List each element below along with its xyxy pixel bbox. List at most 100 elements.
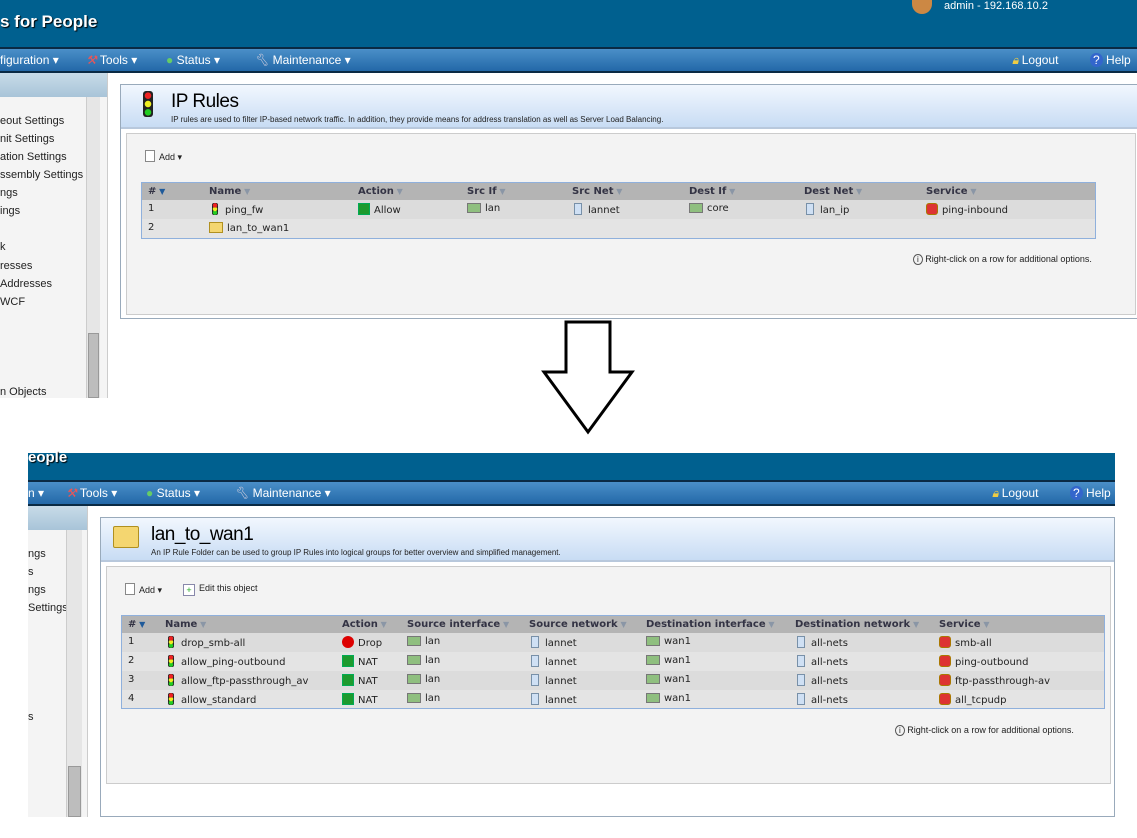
column-header[interactable]: Dest Net ▼ [804, 186, 862, 197]
nav-status[interactable]: ● Status ▾ [146, 486, 200, 500]
help-button[interactable]: ? Help [1070, 486, 1111, 500]
brand-logo: s for People [0, 12, 98, 31]
column-header[interactable]: Name ▼ [165, 619, 206, 630]
column-header[interactable]: Dest If ▼ [689, 186, 735, 197]
column-header[interactable]: Action ▼ [358, 186, 403, 197]
cell-action: Drop [342, 636, 382, 649]
help-button[interactable]: ? Help [1090, 53, 1131, 67]
sort-arrow-icon: ▼ [377, 620, 387, 629]
edit-object-button[interactable]: + Edit this object [183, 583, 258, 596]
column-header[interactable]: Source interface ▼ [407, 619, 509, 630]
table-row[interactable]: 3 allow_ftp-passthrough_av NAT lan lannet wan… [122, 671, 1104, 690]
cell-src-net: lannet [529, 655, 577, 668]
column-header[interactable]: Service ▼ [926, 186, 977, 197]
service-icon [939, 693, 951, 705]
cell-name: lan_to_wan1 [209, 222, 289, 234]
cell-text: lan [425, 636, 441, 647]
logout-button[interactable]: 🔒︎ Logout [1012, 53, 1058, 68]
logout-button[interactable]: 🔒︎ Logout [992, 486, 1038, 501]
interface-icon [646, 655, 660, 665]
cell-action: Allow [358, 203, 401, 216]
sidebar-item[interactable]: resses [0, 260, 32, 272]
sidebar-item[interactable]: ation Settings [0, 151, 67, 163]
add-button[interactable]: Add ▾ [145, 150, 182, 163]
column-header[interactable]: Source network ▼ [529, 619, 627, 630]
sort-arrow-icon: ▼ [726, 187, 736, 196]
sidebar-item[interactable]: Addresses [0, 278, 52, 290]
page-title: lan_to_wan1 [151, 524, 254, 545]
sidebar-item[interactable]: s [28, 711, 34, 723]
nav-maintenance[interactable]: 🔧︎ Maintenance ▾ [234, 486, 331, 500]
sort-arrow-icon: ▼ [910, 620, 920, 629]
sidebar-item[interactable]: n Objects [0, 386, 46, 398]
column-header[interactable]: Src Net ▼ [572, 186, 622, 197]
nav-configuration[interactable]: n ▾ [28, 486, 44, 500]
sidebar-item[interactable]: ngs [28, 548, 46, 560]
nav-configuration[interactable]: figuration ▾ [0, 53, 59, 67]
sidebar-item[interactable]: WCF [0, 296, 25, 308]
cell-text: ftp-passthrough-av [955, 676, 1051, 687]
cell-dest-net: all-nets [795, 655, 848, 668]
table-row[interactable]: 1 ping_fw Allow lan lannet core lan_ip ping-inb… [142, 200, 1095, 219]
cell-action: NAT [342, 655, 378, 668]
column-header[interactable]: Src If ▼ [467, 186, 506, 197]
table-row[interactable]: 4 allow_standard NAT lan lannet wan1 all-nets a… [122, 690, 1104, 709]
edit-icon: + [183, 584, 195, 596]
sidebar-scrollbar[interactable] [66, 530, 82, 817]
sort-arrow-icon: ▼ [241, 187, 251, 196]
network-icon [797, 636, 805, 648]
rules-table: # ▼ Name ▼ Action ▼ Source interface ▼ Sourc… [121, 615, 1105, 709]
column-header[interactable]: Destination network ▼ [795, 619, 919, 630]
status-icon: ● [146, 486, 154, 500]
cell-src-net: lannet [529, 636, 577, 649]
panel-header: lan_to_wan1 An IP Rule Folder can be use… [101, 518, 1114, 562]
scrollbar-thumb[interactable] [88, 333, 99, 398]
cell-text: lannet [545, 695, 577, 706]
cell-name: allow_standard [165, 693, 256, 706]
sidebar-item[interactable]: Settings [28, 602, 68, 614]
page-title: IP Rules [171, 91, 239, 112]
panel-header: IP Rules IP rules are used to filter IP-… [121, 85, 1137, 129]
sidebar-scrollbar[interactable] [86, 97, 100, 398]
table-row[interactable]: 2 allow_ping-outbound NAT lan lannet wan1 all-… [122, 652, 1104, 671]
traffic-light-icon [168, 655, 174, 667]
column-label: Destination interface [646, 619, 766, 630]
cell-text: wan1 [664, 636, 692, 647]
nav-maintenance[interactable]: 🔧︎ Maintenance ▾ [254, 53, 351, 67]
sort-arrow-icon: ▼ [197, 620, 207, 629]
ip-rules-panel: IP Rules IP rules are used to filter IP-… [120, 84, 1137, 319]
sort-arrow-icon: ▼ [617, 620, 627, 629]
nav-status[interactable]: ● Status ▾ [166, 53, 220, 67]
sidebar-item[interactable]: ngs [28, 584, 46, 596]
top-header: s for People admin - 192.168.10.2 [0, 0, 1137, 47]
cell-text: NAT [358, 695, 378, 706]
sidebar-item[interactable]: k [0, 241, 6, 253]
column-header[interactable]: Service ▼ [939, 619, 990, 630]
cell-text: NAT [358, 657, 378, 668]
interface-icon [646, 636, 660, 646]
sidebar-item[interactable]: ngs [0, 187, 18, 199]
sidebar-item[interactable]: ings [0, 205, 20, 217]
nav-tools[interactable]: ⚒ Tools ▾ [86, 53, 137, 67]
sidebar-item[interactable]: s [28, 566, 34, 578]
column-header[interactable]: Destination interface ▼ [646, 619, 775, 630]
new-document-icon [145, 150, 155, 162]
column-header[interactable]: Action ▼ [342, 619, 387, 630]
column-header[interactable]: # ▼ [128, 619, 145, 630]
cell-text: wan1 [664, 693, 692, 704]
sidebar-item[interactable]: nit Settings [0, 133, 54, 145]
allow-icon [358, 203, 370, 215]
table-row[interactable]: 2 lan_to_wan1 [142, 219, 1095, 238]
nav-tools[interactable]: ⚒ Tools ▾ [66, 486, 117, 500]
column-label: Name [209, 186, 242, 197]
scrollbar-thumb[interactable] [68, 766, 81, 817]
network-icon [797, 693, 805, 705]
sidebar-item[interactable]: ssembly Settings [0, 169, 83, 181]
sidebar-item[interactable]: eout Settings [0, 115, 64, 127]
network-icon [531, 636, 539, 648]
table-row[interactable]: 1 drop_smb-all Drop lan lannet wan1 all-nets sm… [122, 633, 1104, 652]
column-header[interactable]: Name ▼ [209, 186, 250, 197]
column-label: Source interface [407, 619, 501, 630]
add-button[interactable]: Add ▾ [125, 583, 162, 596]
column-header[interactable]: # ▼ [148, 186, 165, 197]
